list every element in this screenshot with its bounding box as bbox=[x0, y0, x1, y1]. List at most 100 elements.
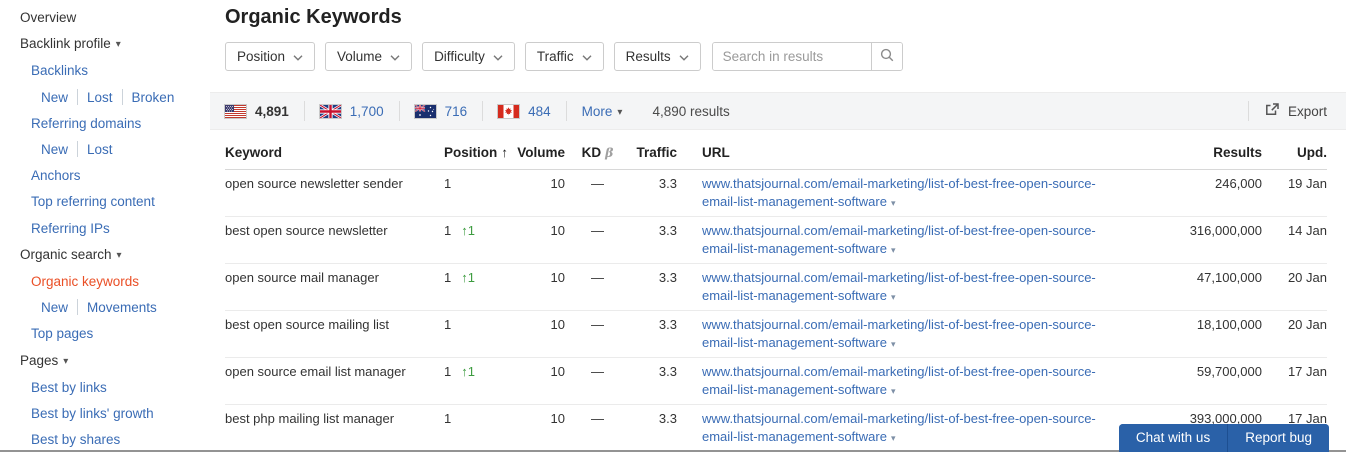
column-header-volume[interactable]: Volume bbox=[510, 145, 565, 160]
country-tab-us[interactable]: 4,891 bbox=[224, 103, 289, 119]
uk-flag-icon bbox=[318, 103, 342, 119]
sidebar-item-new[interactable]: New bbox=[41, 300, 68, 315]
filter-button-results[interactable]: Results bbox=[613, 42, 701, 71]
column-header-label: Traffic bbox=[636, 145, 677, 160]
sidebar-item-label: Best by shares bbox=[31, 432, 121, 448]
sidebar-item-label: Referring domains bbox=[31, 115, 142, 131]
column-header-upd[interactable]: Upd. bbox=[1262, 145, 1327, 160]
sidebar-item-organic-keywords[interactable]: Organic keywords bbox=[0, 269, 210, 295]
column-header-results[interactable]: Results bbox=[1135, 145, 1262, 160]
sidebar-item-broken[interactable]: Broken bbox=[132, 90, 175, 105]
url-link[interactable]: www.thatsjournal.com/email-marketing/lis… bbox=[702, 364, 1096, 397]
volume-cell: 10 bbox=[550, 176, 565, 191]
sidebar-item-label: Anchors bbox=[31, 168, 81, 184]
search-input[interactable] bbox=[712, 43, 871, 70]
position-value: 1 bbox=[444, 176, 452, 191]
country-count: 1,700 bbox=[349, 103, 384, 119]
results-cell: 246,000 bbox=[1215, 176, 1262, 191]
country-tab-au[interactable]: 716 bbox=[413, 103, 468, 119]
sidebar-item-pages[interactable]: Pages ▾ bbox=[0, 348, 210, 375]
traffic-cell: 3.3 bbox=[658, 176, 677, 191]
sidebar-item-top-referring-content[interactable]: Top referring content bbox=[0, 189, 210, 215]
keyword-cell: best php mailing list manager bbox=[225, 411, 395, 426]
position-value: 1 bbox=[444, 270, 452, 285]
url-dropdown-icon[interactable]: ▾ bbox=[891, 386, 896, 396]
sidebar-item-movements[interactable]: Movements bbox=[87, 300, 157, 315]
position-value: 1 bbox=[444, 223, 452, 238]
url-link[interactable]: www.thatsjournal.com/email-marketing/lis… bbox=[702, 176, 1096, 209]
country-count: 716 bbox=[444, 103, 468, 119]
more-countries-link[interactable]: More ▾ bbox=[582, 104, 623, 119]
traffic-cell: 3.3 bbox=[658, 411, 677, 426]
url-cell: www.thatsjournal.com/email-marketing/lis… bbox=[677, 410, 1135, 447]
filter-button-position[interactable]: Position bbox=[225, 42, 316, 71]
column-header-kd[interactable]: KD β bbox=[565, 145, 630, 160]
url-cell: www.thatsjournal.com/email-marketing/lis… bbox=[677, 269, 1135, 306]
url-dropdown-icon[interactable]: ▾ bbox=[891, 339, 896, 349]
sidebar-item-referring-domains[interactable]: Referring domains bbox=[0, 111, 210, 137]
sidebar-item-referring-ips[interactable]: Referring IPs bbox=[0, 216, 210, 242]
sidebar-item-label: Best by links' growth bbox=[31, 406, 154, 422]
url-link[interactable]: www.thatsjournal.com/email-marketing/lis… bbox=[702, 270, 1096, 303]
filter-button-difficulty[interactable]: Difficulty bbox=[422, 42, 515, 71]
volume-cell: 10 bbox=[550, 270, 565, 285]
chat-with-us-button[interactable]: Chat with us bbox=[1118, 424, 1228, 452]
filters-row: Position Volume Difficulty Traffic Results bbox=[225, 42, 1346, 71]
url-cell: www.thatsjournal.com/email-marketing/lis… bbox=[677, 222, 1135, 259]
updated-cell: 14 Jan bbox=[1287, 223, 1327, 238]
url-link[interactable]: www.thatsjournal.com/email-marketing/lis… bbox=[702, 411, 1096, 444]
sidebar-item-best-by-links[interactable]: Best by links bbox=[0, 375, 210, 401]
kd-cell: — bbox=[591, 223, 604, 238]
table-row: best open source mailing list 1 10 — 3.3 www.… bbox=[225, 311, 1327, 358]
sidebar-item-lost[interactable]: Lost bbox=[87, 90, 113, 105]
page-title: Organic Keywords bbox=[225, 6, 402, 28]
country-count: 484 bbox=[528, 103, 551, 119]
country-count: 4,891 bbox=[255, 103, 289, 119]
url-dropdown-icon[interactable]: ▾ bbox=[891, 433, 896, 443]
main-panel: Organic Keywords Position Volume Difficult… bbox=[210, 0, 1346, 455]
sidebar-item-backlink-profile[interactable]: Backlink profile ▾ bbox=[0, 31, 210, 58]
sidebar-item-top-pages[interactable]: Top pages bbox=[0, 321, 210, 347]
keyword-cell: open source newsletter sender bbox=[225, 176, 403, 191]
country-tab-ca[interactable]: 484 bbox=[497, 103, 551, 119]
sidebar-item-new[interactable]: New bbox=[41, 142, 68, 157]
column-header-keyword[interactable]: Keyword bbox=[225, 145, 437, 160]
url-dropdown-icon[interactable]: ▾ bbox=[891, 245, 896, 255]
table-body: open source newsletter sender 1 10 — 3.3 www.… bbox=[225, 170, 1327, 455]
sidebar-item-backlinks[interactable]: Backlinks bbox=[0, 58, 210, 84]
column-header-url[interactable]: URL bbox=[677, 145, 1135, 160]
results-cell: 47,100,000 bbox=[1196, 270, 1262, 285]
report-bug-button[interactable]: Report bug bbox=[1227, 424, 1329, 452]
position-cell: 1 ↑1 bbox=[437, 222, 510, 240]
sidebar-item-best-by-links-growth[interactable]: Best by links' growth bbox=[0, 401, 210, 427]
sidebar-item-organic-search[interactable]: Organic search ▾ bbox=[0, 242, 210, 269]
position-cell: 1 bbox=[437, 316, 510, 334]
filter-button-label: Results bbox=[625, 49, 671, 64]
sidebar-item-lost[interactable]: Lost bbox=[87, 142, 113, 157]
divider bbox=[565, 101, 567, 121]
sidebar-item-new[interactable]: New bbox=[41, 90, 68, 105]
column-header-position[interactable]: Position ↑ bbox=[437, 145, 510, 160]
sidebar-item-anchors[interactable]: Anchors bbox=[0, 163, 210, 189]
sidebar-item-label: Backlinks bbox=[31, 63, 89, 79]
url-link[interactable]: www.thatsjournal.com/email-marketing/lis… bbox=[702, 317, 1096, 350]
chevron-down-icon bbox=[582, 49, 592, 64]
country-tab-gb[interactable]: 1,700 bbox=[318, 103, 384, 119]
beta-badge: β bbox=[605, 145, 614, 160]
url-dropdown-icon[interactable]: ▾ bbox=[891, 292, 896, 302]
kd-cell: — bbox=[591, 411, 604, 426]
position-cell: 1 bbox=[437, 410, 510, 428]
url-link[interactable]: www.thatsjournal.com/email-marketing/lis… bbox=[702, 223, 1096, 256]
export-button[interactable]: Export bbox=[1264, 102, 1327, 120]
search-icon bbox=[880, 48, 894, 65]
filter-button-volume[interactable]: Volume bbox=[325, 42, 413, 71]
table-row: open source email list manager 1 ↑1 10 — 3.3 w… bbox=[225, 358, 1327, 405]
column-header-label: Upd. bbox=[1297, 145, 1327, 160]
sidebar-item-overview[interactable]: Overview bbox=[0, 5, 210, 31]
volume-cell: 10 bbox=[550, 317, 565, 332]
url-dropdown-icon[interactable]: ▾ bbox=[891, 198, 896, 208]
column-header-traffic[interactable]: Traffic bbox=[630, 145, 677, 160]
search-button[interactable] bbox=[870, 43, 902, 70]
filter-button-traffic[interactable]: Traffic bbox=[524, 42, 604, 71]
updated-cell: 20 Jan bbox=[1287, 270, 1327, 285]
